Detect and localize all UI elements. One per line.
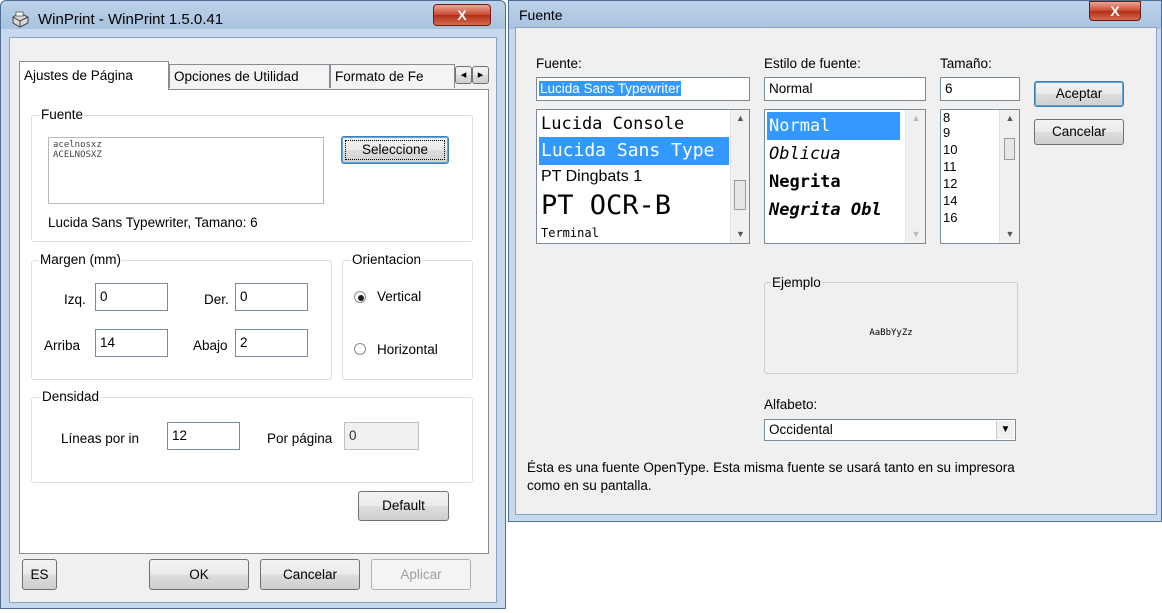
preview-line-lower: acelnosxz — [53, 140, 102, 150]
estilo-label: Estilo de fuente: — [764, 56, 861, 71]
size-item[interactable]: 16 — [943, 211, 957, 224]
font-list-scrollbar[interactable]: ▲ ▼ — [730, 110, 749, 243]
cancelar-button[interactable]: Cancelar — [260, 559, 360, 590]
size-item[interactable]: 8 — [943, 111, 950, 124]
alfabeto-select[interactable]: Occidental ▼ — [764, 419, 1016, 441]
der-label: Der. — [204, 292, 229, 307]
abajo-label: Abajo — [193, 338, 228, 353]
ejemplo-label: Ejemplo — [771, 275, 822, 291]
font-item-pt-ocr-b[interactable]: PT OCR-B — [539, 189, 729, 223]
font-item-lucida-sans-typewriter[interactable]: Lucida Sans Type — [539, 137, 729, 165]
por-pagina-label: Por página — [267, 431, 333, 446]
scroll-up-icon: ▲ — [911, 113, 921, 123]
scrollbar-thumb[interactable] — [734, 180, 746, 210]
dialog-title: Fuente — [519, 7, 563, 23]
lineas-label: Líneas por in — [61, 431, 140, 446]
size-item[interactable]: 14 — [943, 194, 957, 207]
margen-group-label: Margen (mm) — [39, 252, 123, 268]
font-info-text: Ésta es una fuente OpenType. Esta misma … — [527, 460, 1015, 493]
font-item-terminal[interactable]: Terminal — [539, 223, 729, 243]
tab-formato[interactable]: Formato de Fe — [330, 64, 455, 88]
window-title: WinPrint - WinPrint 1.5.0.41 — [38, 11, 224, 28]
aplicar-button: Aplicar — [371, 559, 471, 590]
style-item-oblicua[interactable]: Oblicua — [767, 140, 900, 168]
language-button[interactable]: ES — [22, 559, 57, 590]
style-list-scrollbar: ▲ ▼ — [905, 110, 925, 243]
der-input[interactable]: 0 — [235, 283, 308, 311]
alfabeto-value: Occidental — [769, 422, 833, 437]
scroll-down-icon[interactable]: ▼ — [1000, 228, 1019, 240]
aceptar-button[interactable]: Aceptar — [1034, 81, 1124, 107]
fuente-group-label: Fuente — [40, 107, 85, 123]
vertical-label[interactable]: Vertical — [377, 288, 421, 306]
scroll-up-icon[interactable]: ▲ — [731, 112, 749, 124]
font-description: Lucida Sans Typewriter, Tamano: 6 — [48, 215, 258, 230]
scroll-down-icon[interactable]: ▼ — [731, 228, 749, 240]
winprint-window: WinPrint - WinPrint 1.5.0.41 X Ajustes d… — [0, 0, 506, 609]
tab-scroll-right-button[interactable]: ▸ — [472, 66, 489, 84]
lineas-input[interactable]: 12 — [167, 422, 240, 450]
font-name-input[interactable]: Lucida Sans Typewriter — [536, 77, 750, 101]
izq-input[interactable]: 0 — [95, 283, 168, 311]
radio-checked-dot — [358, 295, 364, 301]
scroll-down-icon: ▼ — [911, 229, 921, 239]
style-list[interactable]: Normal Oblicua Negrita Negrita Obl ▲ ▼ — [764, 109, 926, 244]
default-button[interactable]: Default — [358, 491, 449, 521]
horizontal-label[interactable]: Horizontal — [377, 341, 438, 359]
fuente-dialog: Fuente X Fuente: Lucida Sans Typewriter … — [508, 0, 1162, 522]
style-input[interactable]: Normal — [764, 77, 926, 101]
font-list[interactable]: Lucida Console Lucida Sans Type PT Dingb… — [536, 109, 750, 244]
ejemplo-sample: AaBbYyZz — [869, 328, 913, 338]
close-button[interactable]: X — [433, 4, 491, 26]
orientacion-group-label: Orientacion — [351, 252, 423, 268]
style-item-negrita-oblicua[interactable]: Negrita Obl — [767, 196, 900, 224]
ok-button[interactable]: OK — [149, 559, 249, 590]
densidad-group-label: Densidad — [41, 389, 101, 405]
margen-group — [31, 260, 332, 380]
abajo-input[interactable]: 2 — [235, 329, 308, 357]
printer-icon — [12, 11, 29, 28]
font-item-pt-dingbats[interactable]: PT Dingbats 1 — [539, 165, 729, 189]
font-name-value: Lucida Sans Typewriter — [539, 81, 682, 96]
dropdown-arrow-icon[interactable]: ▼ — [996, 421, 1014, 439]
tab-ajustes-de-pagina[interactable]: Ajustes de Página — [19, 61, 169, 90]
izq-label: Izq. — [64, 292, 86, 307]
size-input[interactable]: 6 — [940, 77, 1020, 101]
fuente-label: Fuente: — [536, 56, 582, 71]
por-pagina-input: 0 — [344, 422, 419, 450]
scroll-up-icon[interactable]: ▲ — [1000, 112, 1019, 124]
orientacion-group — [342, 260, 473, 380]
size-list-scrollbar[interactable]: ▲ ▼ — [999, 110, 1019, 243]
tab-opciones-de-utilidad[interactable]: Opciones de Utilidad — [169, 64, 330, 88]
size-item[interactable]: 11 — [943, 160, 957, 173]
dialog-close-button[interactable]: X — [1089, 1, 1141, 21]
size-item[interactable]: 10 — [943, 143, 957, 156]
seleccione-button[interactable]: Seleccione — [341, 136, 449, 164]
dialog-cancelar-button[interactable]: Cancelar — [1034, 119, 1124, 145]
dialog-client-area: Fuente: Lucida Sans Typewriter Lucida Co… — [515, 27, 1157, 515]
font-preview: acelnosxz ACELNOSXZ — [48, 137, 324, 204]
horizontal-radio[interactable] — [354, 343, 366, 355]
arriba-input[interactable]: 14 — [95, 329, 168, 357]
tab-scroll-left-button[interactable]: ◂ — [455, 66, 472, 84]
preview-line-upper: ACELNOSXZ — [53, 150, 102, 160]
alfabeto-label: Alfabeto: — [764, 397, 818, 412]
size-item[interactable]: 9 — [943, 126, 950, 139]
style-item-negrita[interactable]: Negrita — [767, 168, 900, 196]
arriba-label: Arriba — [44, 338, 81, 353]
scrollbar-thumb[interactable] — [1004, 138, 1015, 160]
style-item-normal[interactable]: Normal — [767, 112, 900, 140]
vertical-radio[interactable] — [354, 291, 366, 303]
font-item-lucida-console[interactable]: Lucida Console — [539, 112, 729, 137]
size-item[interactable]: 12 — [943, 177, 957, 190]
tamano-label: Tamaño: — [940, 56, 992, 71]
client-area: Ajustes de Página Opciones de Utilidad F… — [9, 37, 497, 603]
size-list[interactable]: 8 9 10 11 12 14 16 ▲ ▼ — [940, 109, 1020, 244]
tab-panel: Fuente acelnosxz ACELNOSXZ Seleccione Lu… — [19, 89, 489, 554]
